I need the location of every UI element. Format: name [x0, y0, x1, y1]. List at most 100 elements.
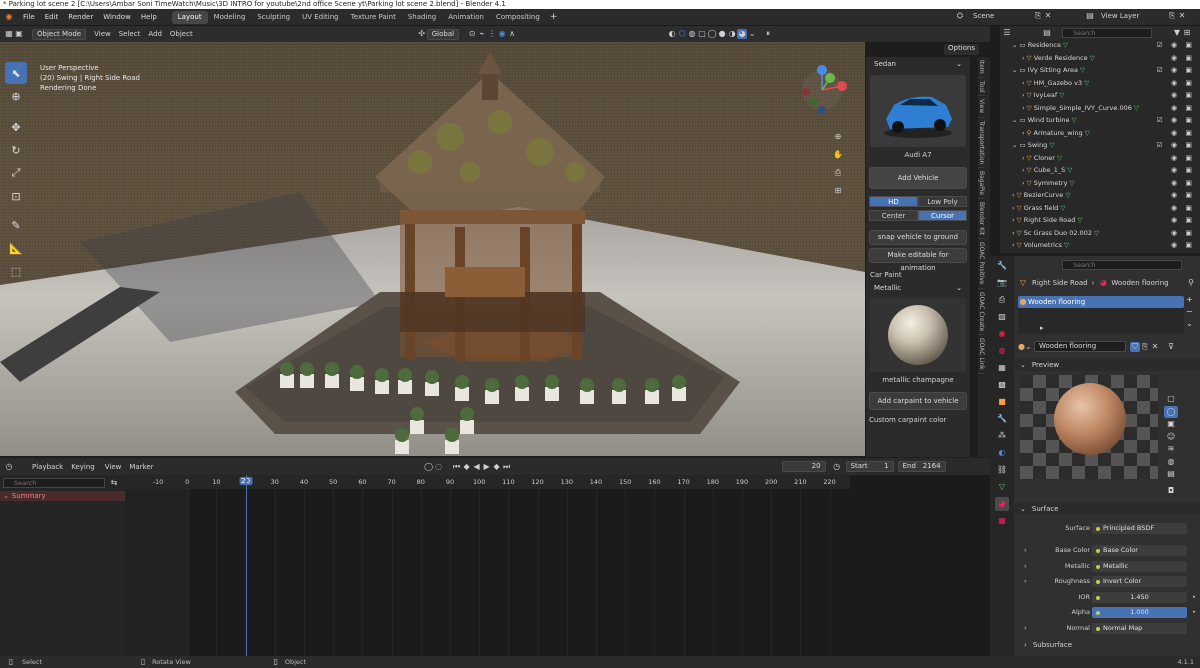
npanel-tab[interactable]: View [978, 96, 985, 118]
select-box-tool-icon[interactable]: ⬉ [5, 62, 27, 84]
close-icon[interactable]: ✕ [1177, 11, 1187, 21]
cube-preview-icon[interactable]: ▣ [1164, 418, 1178, 431]
object-mode-dropdown[interactable]: Object Mode [32, 28, 87, 40]
expand-icon[interactable]: › [1024, 544, 1027, 557]
snap-settings-icon[interactable]: ⋮ [487, 29, 497, 39]
workspace-tab-sculpting[interactable]: Sculpting [251, 11, 296, 24]
center-option[interactable]: Center [869, 210, 918, 221]
shaderball-preview-icon[interactable]: ◍ [1164, 456, 1178, 469]
keyframe-dot-icon[interactable]: • [1192, 606, 1196, 619]
menu-render[interactable]: Render [63, 13, 98, 21]
texture-tab-icon[interactable]: ▩ [995, 378, 1009, 392]
subsurface-panel-header[interactable]: › Subsurface [1014, 638, 1200, 651]
object-tab-icon[interactable]: ■ [995, 395, 1009, 409]
jump-start-icon[interactable]: ⏮ [452, 462, 462, 472]
pivot-icon[interactable]: ⊙ [467, 29, 477, 39]
visibility-icon[interactable]: ◉ ▣ [1171, 89, 1195, 102]
close-icon[interactable]: ✕ [1043, 11, 1053, 21]
workspace-tab-shading[interactable]: Shading [402, 11, 442, 24]
navigation-gizmo[interactable] [800, 62, 860, 122]
current-frame-field[interactable]: 20 [781, 461, 826, 472]
solid-icon[interactable]: ● [717, 29, 727, 39]
scene-selector[interactable]: ⛭ Scene ⎘ ✕ [955, 11, 1053, 21]
select-mode-icon[interactable]: ▣ [14, 29, 24, 39]
npanel-tab[interactable]: GOAC Link [978, 335, 985, 374]
flat-preview-icon[interactable]: ▢ [1164, 393, 1178, 406]
property-value-field[interactable]: Invert Color [1092, 576, 1187, 587]
physics-tab-icon[interactable]: ◐ [995, 446, 1009, 460]
visibility-icon[interactable]: ☑ ◉ ▣ [1157, 39, 1195, 52]
outliner-row[interactable]: › ▽ Cloner ▽ ◉ ▣ [1000, 152, 1200, 165]
property-value-field[interactable]: 1.000 [1092, 607, 1187, 618]
add-slot-icon[interactable]: + [1186, 294, 1193, 306]
zoom-icon[interactable]: ⊕ [833, 132, 843, 142]
property-value-field[interactable]: Base Color [1092, 545, 1187, 556]
add-menu[interactable]: Add [148, 30, 162, 38]
expand-icon[interactable]: ⌄ [1012, 66, 1020, 74]
npanel-tab[interactable]: GOAC Positive [978, 239, 985, 289]
outliner-row[interactable]: ⌄ ▭ Wind turbine ▽ ☑ ◉ ▣ [1000, 114, 1200, 127]
particles-tab-icon[interactable]: ⁂ [995, 429, 1009, 443]
end-frame-field[interactable]: End 2164 [897, 461, 946, 472]
outliner-row[interactable]: › ▽ Cube_1_S ▽ ◉ ▣ [1000, 164, 1200, 177]
gizmo-icon[interactable]: ⬡ [677, 29, 687, 39]
expand-icon[interactable]: ⌄ [1012, 41, 1020, 49]
jump-end-icon[interactable]: ⏭ [502, 462, 512, 472]
visibility-icon[interactable]: ☑ ◉ ▣ [1157, 64, 1195, 77]
move-tool-icon[interactable]: ✥ [5, 116, 27, 138]
cloth-preview-icon[interactable]: ▤ [1164, 468, 1178, 481]
visibility-icon[interactable]: ◉ ▣ [1171, 227, 1195, 240]
ortho-grid-icon[interactable]: ⊞ [833, 186, 843, 196]
tool-tab-icon[interactable]: 🔧 [995, 259, 1009, 273]
monkey-preview-icon[interactable]: ☺ [1164, 431, 1178, 444]
constraints-tab-icon[interactable]: ⛓ [995, 463, 1009, 477]
outliner-row[interactable]: › ▽ Symmetry ▽ ◉ ▣ [1000, 177, 1200, 190]
view-layer-tab-icon[interactable]: ▨ [995, 310, 1009, 324]
add-workspace-button[interactable]: + [550, 12, 558, 22]
expand-icon[interactable]: › [1024, 575, 1027, 588]
workspace-tab-animation[interactable]: Animation [442, 11, 490, 24]
property-value-field[interactable]: 1.450 [1092, 592, 1187, 603]
material-slot-list[interactable]: ● Wooden flooring ▸ [1018, 296, 1184, 334]
swap-icon[interactable]: ⇆ [109, 478, 119, 488]
material-preview-icon[interactable]: ◑ [727, 29, 737, 39]
outliner-row[interactable]: ⌄ ▭ IVy Sitting Area ▽ ☑ ◉ ▣ [1000, 64, 1200, 77]
workspace-tab-modeling[interactable]: Modeling [208, 11, 252, 24]
filter-icon[interactable]: ▼ [1172, 28, 1182, 38]
collection-tab-icon[interactable]: ▦ [995, 361, 1009, 375]
play-reverse-icon[interactable]: ◀ [472, 462, 482, 472]
pause-icon[interactable]: ⏸ [763, 29, 773, 39]
low-poly-option[interactable]: Low Poly [918, 196, 967, 207]
menu-window[interactable]: Window [98, 13, 136, 21]
workspace-tab-compositing[interactable]: Compositing [490, 11, 546, 24]
hair-preview-icon[interactable]: ≋ [1164, 443, 1178, 456]
channel-search-input[interactable] [3, 478, 105, 488]
pan-hand-icon[interactable]: ✋ [833, 150, 843, 160]
view-menu[interactable]: View [94, 30, 111, 38]
overlay-icon[interactable]: ◍ [687, 29, 697, 39]
expand-icon[interactable]: ⌄ [1012, 116, 1020, 124]
pin-icon[interactable]: ⚲ [1186, 278, 1196, 288]
npanel-tab[interactable]: Blender Kit [978, 199, 985, 240]
properties-search-input[interactable] [1062, 260, 1182, 270]
rendered-icon[interactable]: ◕ [737, 29, 748, 39]
texture2-tab-icon[interactable]: ▦ [995, 514, 1009, 528]
options-dropdown[interactable]: Options [944, 44, 980, 55]
snap-to-ground-button[interactable]: snap vehicle to ground [869, 230, 967, 245]
visibility-icon[interactable]: ☑ ◉ ▣ [1157, 139, 1195, 152]
outliner-row[interactable]: › ⚲ Armature_wing ▽ ◉ ▣ [1000, 127, 1200, 140]
visibility-icon[interactable]: ◉ ▣ [1171, 214, 1195, 227]
object-menu[interactable]: Object [170, 30, 193, 38]
cursor-option[interactable]: Cursor [918, 210, 967, 221]
keying-menu[interactable]: Keying [71, 463, 95, 471]
visibility-icon[interactable]: ◉ ▣ [1171, 202, 1195, 215]
render-tab-icon[interactable]: 📷 [995, 276, 1009, 290]
playhead[interactable] [245, 475, 247, 656]
material-browse-icon[interactable]: ●⌄ [1018, 342, 1032, 352]
npanel-tab[interactable]: Item [978, 57, 985, 78]
npanel-tab[interactable]: Tool [978, 78, 985, 97]
outliner-row[interactable]: ⌄ ▭ Residence ▽ ☑ ◉ ▣ [1000, 39, 1200, 52]
keyframe-dot-icon[interactable]: • [1192, 591, 1196, 604]
editor-type-icon[interactable]: ▦ [4, 29, 14, 39]
npanel-tab[interactable]: BagaPie [978, 168, 985, 200]
